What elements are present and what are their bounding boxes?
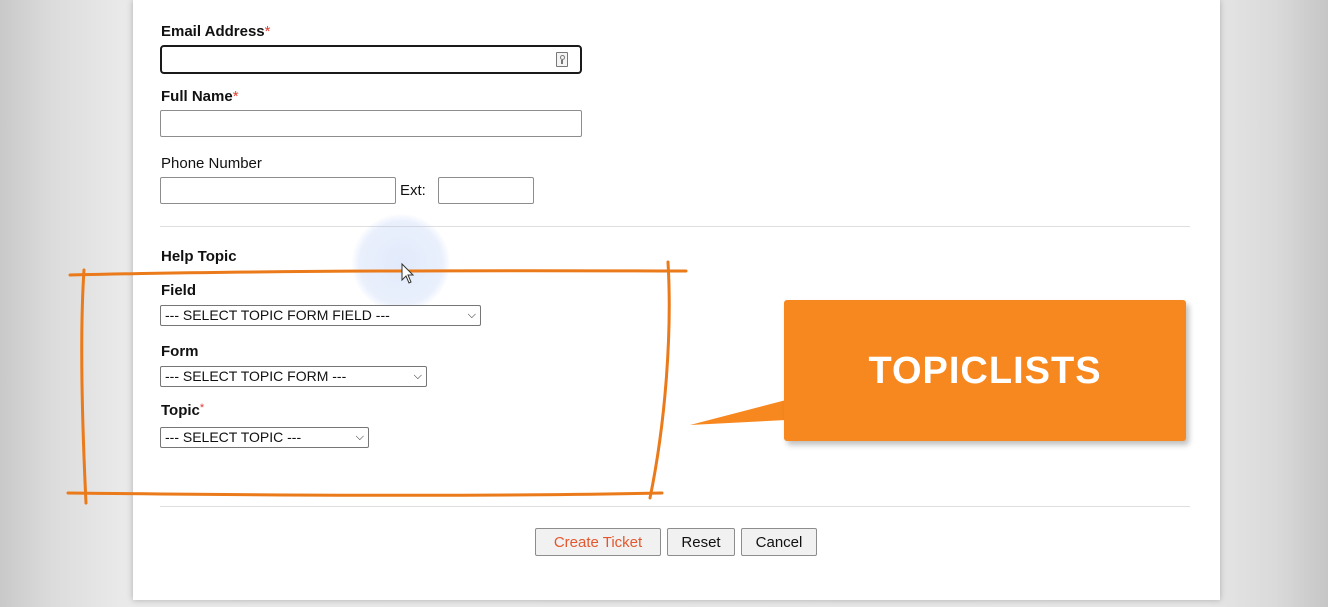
topic-form-field-select[interactable]: --- SELECT TOPIC FORM FIELD --- ⌵ — [160, 305, 481, 326]
field-label: Field — [161, 282, 197, 299]
topic-box-outline — [80, 268, 88, 505]
ext-label: Ext: — [400, 182, 426, 199]
form-label: Form — [161, 343, 199, 360]
topic-form-select[interactable]: --- SELECT TOPIC FORM --- ⌵ — [160, 366, 427, 387]
ext-field[interactable] — [438, 177, 534, 204]
phone-field[interactable] — [160, 177, 396, 204]
chevron-down-icon: ⌵ — [355, 431, 364, 443]
chevron-down-icon: ⌵ — [413, 370, 422, 382]
cancel-button[interactable]: Cancel — [741, 528, 817, 556]
cursor-highlight — [352, 214, 450, 312]
email-field[interactable] — [160, 45, 582, 74]
chevron-down-icon: ⌵ — [467, 309, 476, 321]
reset-button[interactable]: Reset — [667, 528, 735, 556]
full-name-label: Full Name* — [161, 88, 239, 105]
topic-select[interactable]: --- SELECT TOPIC --- ⌵ — [160, 427, 369, 448]
contact-card-icon[interactable] — [556, 52, 568, 67]
email-label: Email Address* — [161, 23, 271, 40]
topic-label: Topic* — [161, 402, 205, 419]
help-topic-heading: Help Topic — [161, 248, 237, 265]
create-ticket-button[interactable]: Create Ticket — [535, 528, 661, 556]
phone-label: Phone Number — [161, 155, 262, 172]
full-name-field[interactable] — [160, 110, 582, 137]
actions-divider — [160, 506, 1190, 507]
callout-label: TOPICLISTS — [868, 350, 1102, 392]
topiclists-callout: TOPICLISTS — [784, 300, 1186, 441]
section-divider — [160, 226, 1190, 227]
